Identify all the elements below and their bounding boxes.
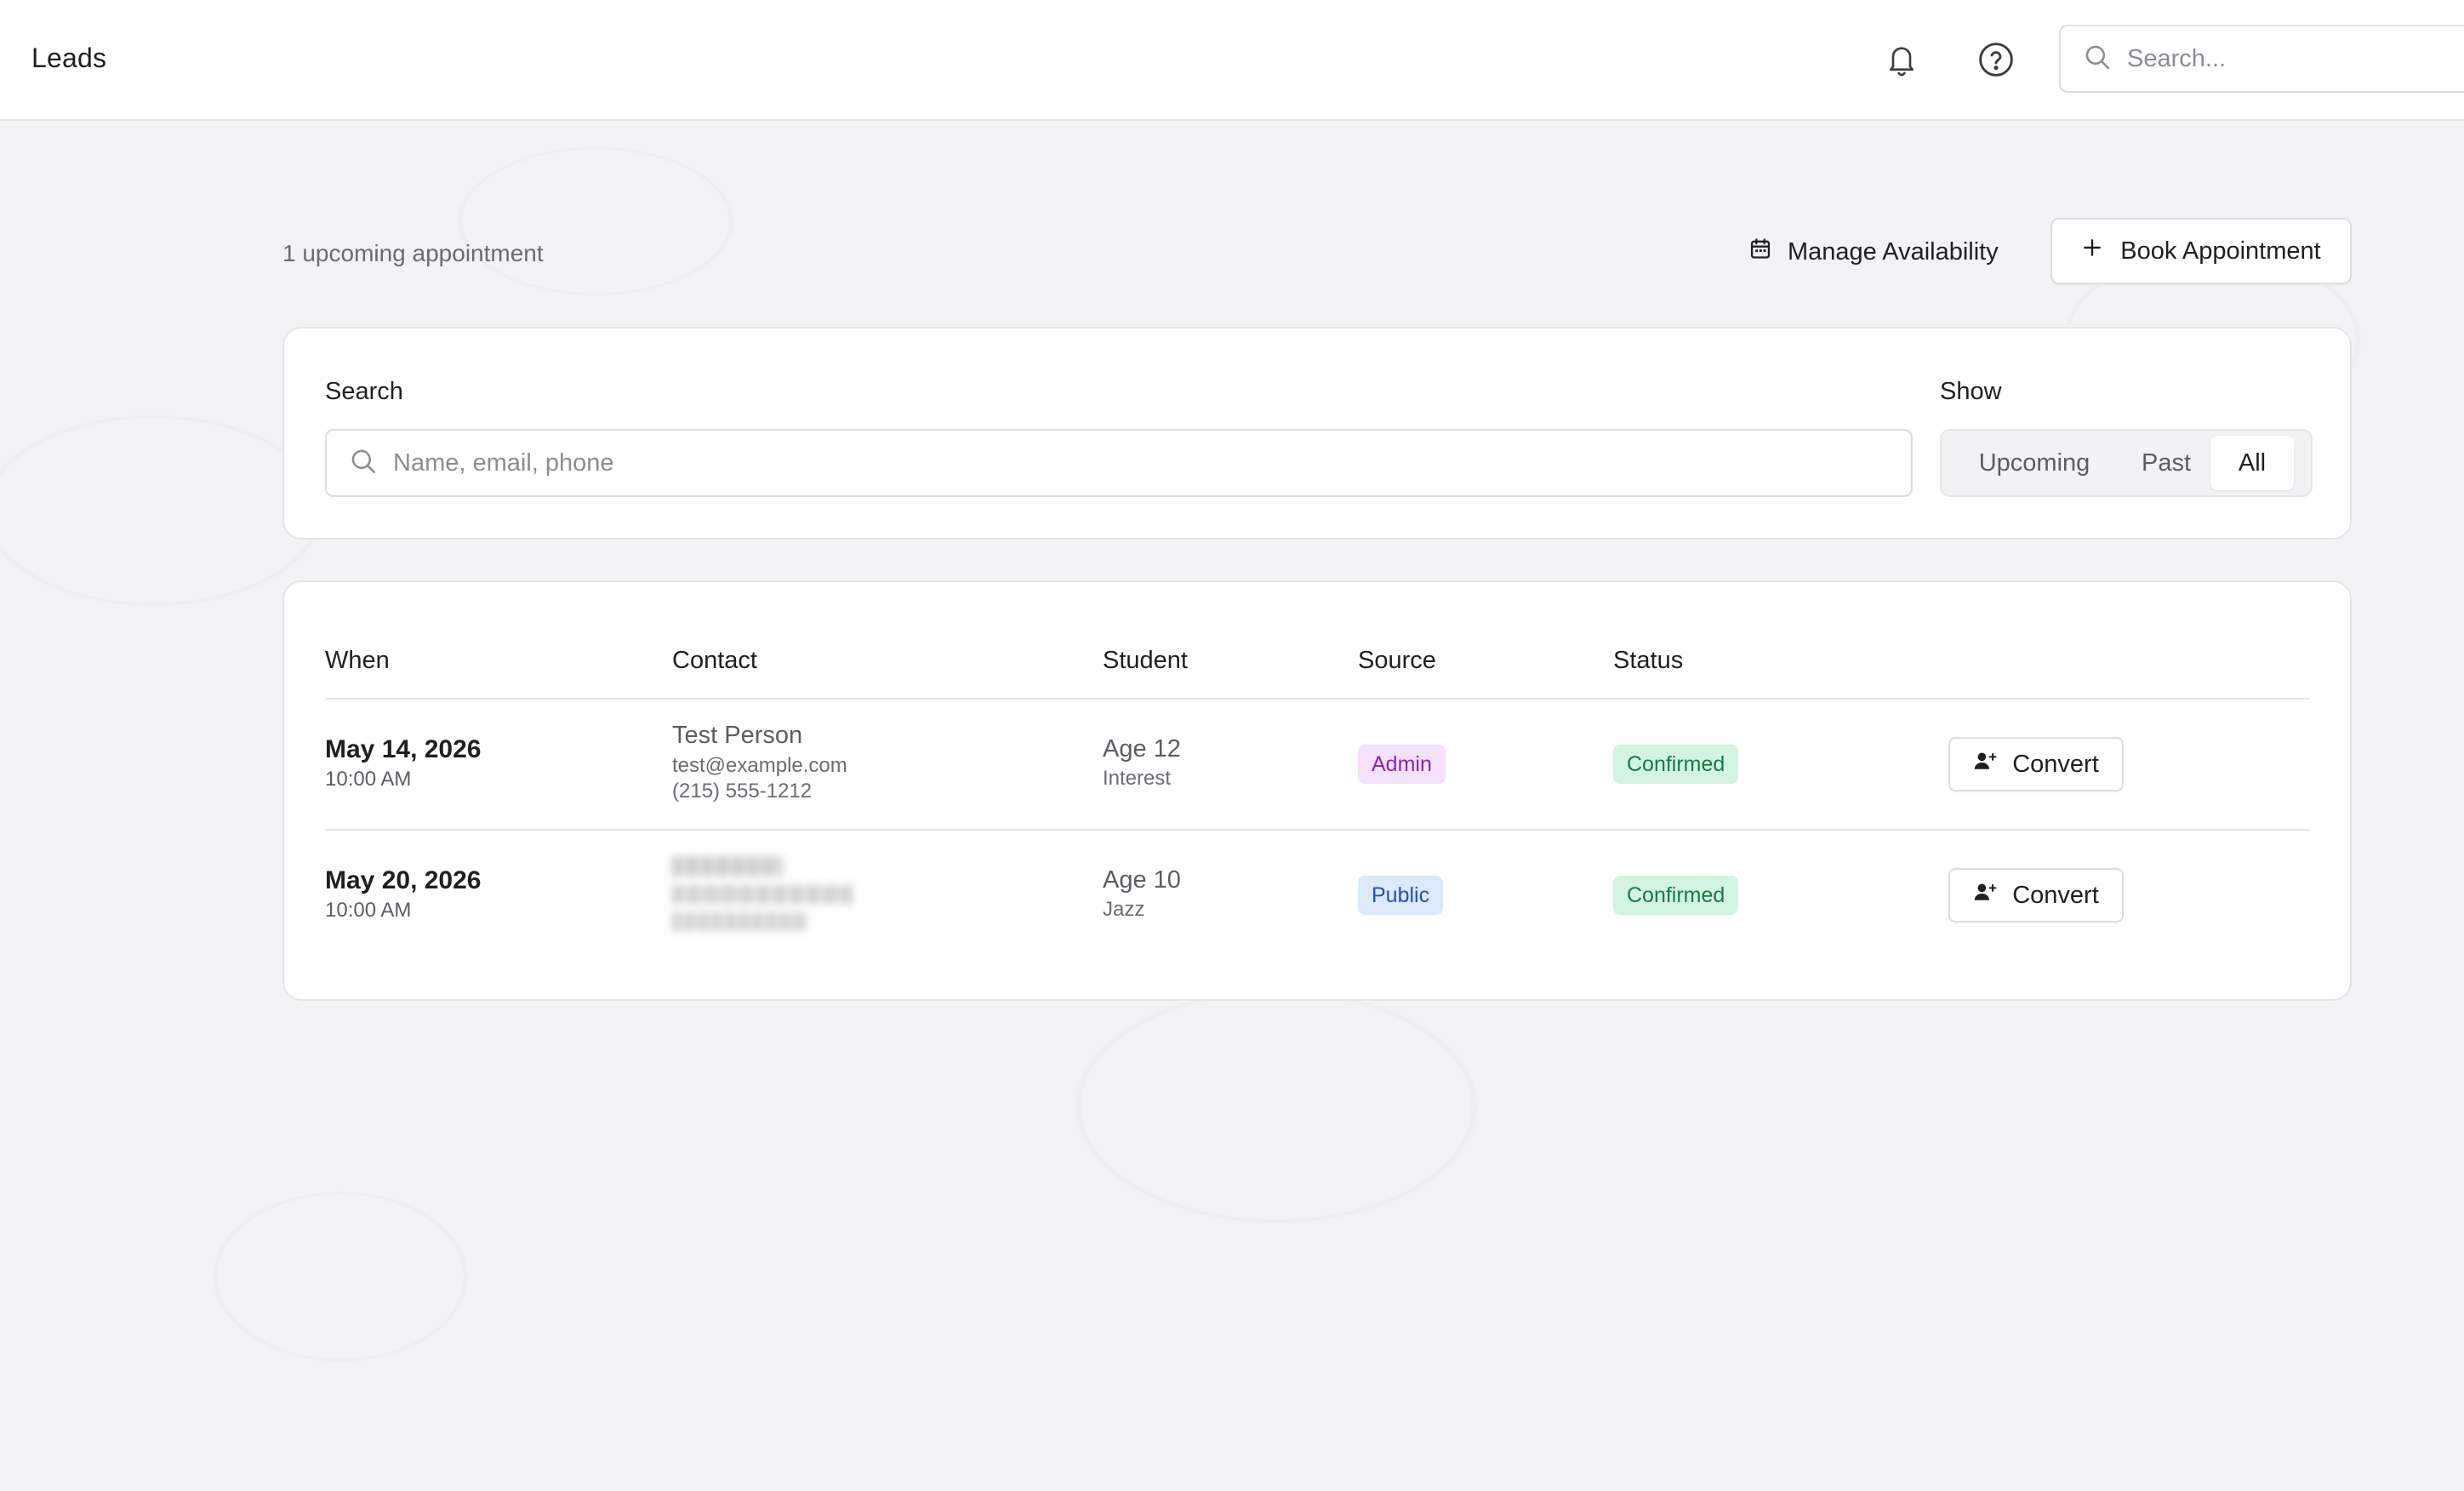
appointment-time: 10:00 AM [325, 768, 412, 791]
manage-availability-button[interactable]: Manage Availability [1748, 230, 1999, 274]
student-age: Age 12 [1103, 735, 1181, 763]
show-filter-segmented-control: Upcoming Past All [1940, 429, 2313, 497]
column-header-status: Status [1613, 647, 1684, 674]
convert-label: Convert [2012, 881, 2099, 909]
show-all-option[interactable]: All [2210, 436, 2294, 490]
book-appointment-label: Book Appointment [2120, 237, 2321, 265]
table-row-source: Public [1358, 876, 1444, 915]
student-interest: Jazz [1103, 898, 1145, 921]
notifications-bell-icon[interactable] [1879, 37, 1924, 82]
global-search-input[interactable] [2127, 44, 2464, 73]
appointments-table: When Contact Student Source Status May 1… [282, 580, 2352, 1001]
add-user-icon [1973, 749, 1999, 780]
column-header-contact: Contact [672, 647, 757, 674]
status-badge: Confirmed [1613, 745, 1739, 784]
help-icon[interactable] [1974, 37, 2018, 82]
table-row-student: Age 12 Interest [1103, 735, 1181, 791]
table-row-source: Admin [1358, 745, 1446, 784]
column-header-student: Student [1103, 647, 1188, 674]
plus-icon [2081, 237, 2103, 266]
top-bar: Leads [0, 0, 2464, 121]
redacted-phone [672, 912, 808, 931]
lead-search-input[interactable] [393, 448, 1839, 477]
column-header-when: When [325, 647, 390, 674]
convert-label: Convert [2012, 750, 2099, 778]
appointment-count: 1 upcoming appointment [282, 240, 544, 266]
contact-email: test@example.com [672, 754, 847, 777]
appointment-date: May 20, 2026 [325, 866, 482, 894]
table-row-status: Confirmed [1613, 876, 1739, 915]
student-interest: Interest [1103, 767, 1172, 790]
page-title: Leads [31, 43, 107, 73]
show-label: Show [1940, 378, 2002, 405]
contact-phone: (215) 555-1212 [672, 780, 813, 803]
appointment-date: May 14, 2026 [325, 735, 482, 763]
student-age: Age 10 [1103, 866, 1181, 894]
redacted-email [672, 885, 853, 904]
search-icon [349, 447, 378, 480]
status-badge: Confirmed [1613, 876, 1739, 915]
calendar-icon [1748, 237, 1772, 267]
row-divider [325, 829, 2309, 831]
global-search-field[interactable] [2059, 25, 2464, 93]
show-past-option[interactable]: Past [2122, 436, 2210, 490]
table-row-contact-redacted [672, 853, 853, 931]
table-row-student: Age 10 Jazz [1103, 866, 1181, 922]
convert-button[interactable]: Convert [1948, 868, 2124, 923]
search-label: Search [325, 378, 403, 405]
lead-search-field[interactable] [325, 429, 1913, 497]
show-upcoming-option[interactable]: Upcoming [1947, 436, 2122, 490]
redacted-name [672, 856, 783, 877]
column-header-source: Source [1358, 647, 1436, 674]
convert-button[interactable]: Convert [1948, 737, 2124, 791]
search-icon [2083, 43, 2112, 76]
table-row-status: Confirmed [1613, 745, 1739, 784]
contact-name: Test Person [672, 722, 803, 749]
table-row-contact: Test Person test@example.com (215) 555-1… [672, 722, 847, 804]
appointment-time: 10:00 AM [325, 899, 412, 922]
header-divider [325, 698, 2309, 700]
table-row-when: May 20, 2026 10:00 AM [325, 866, 481, 923]
filter-card: Search Show Upcoming Past All [282, 327, 2352, 540]
add-user-icon [1973, 880, 1999, 911]
table-row-when: May 14, 2026 10:00 AM [325, 735, 481, 791]
book-appointment-button[interactable]: Book Appointment [2050, 218, 2352, 284]
manage-availability-label: Manage Availability [1788, 237, 1999, 266]
source-badge: Public [1358, 876, 1444, 915]
source-badge: Admin [1358, 745, 1446, 784]
